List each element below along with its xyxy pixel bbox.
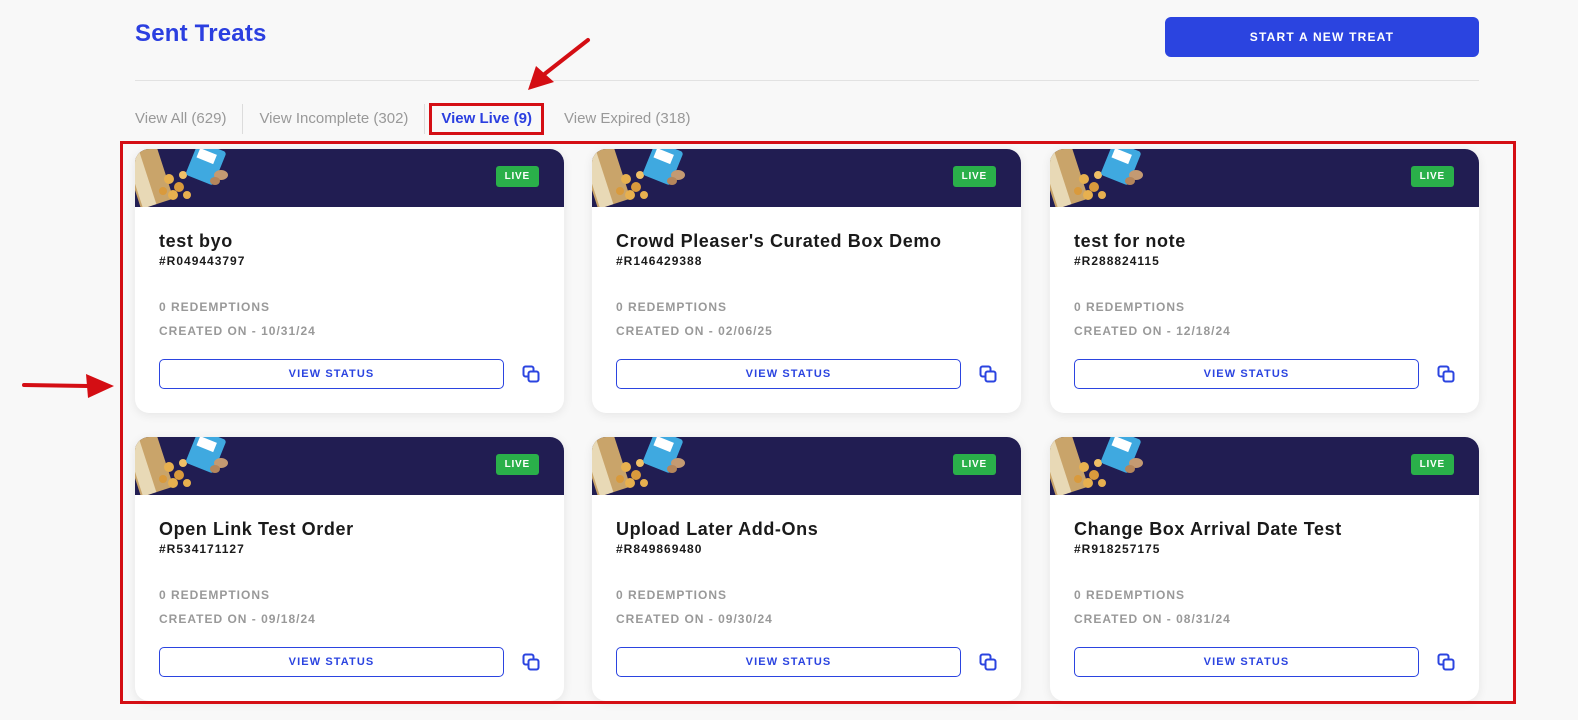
annotation-arrow-icon	[528, 38, 590, 90]
snack-image-icon	[1050, 149, 1143, 207]
view-status-button[interactable]: VIEW STATUS	[616, 359, 961, 389]
card-order-id: #R918257175	[1074, 542, 1161, 556]
snack-image-icon	[1050, 437, 1143, 495]
card-title: Upload Later Add-Ons	[616, 519, 819, 539]
card-redemptions: 0 REDEMPTIONS	[159, 588, 271, 602]
card-created-date: CREATED ON - 12/18/24	[1074, 324, 1231, 338]
header-divider	[135, 80, 1479, 81]
copy-icon[interactable]	[521, 364, 541, 384]
card-title: test byo	[159, 231, 233, 251]
view-status-button[interactable]: VIEW STATUS	[1074, 359, 1419, 389]
card-redemptions: 0 REDEMPTIONS	[1074, 588, 1186, 602]
copy-icon[interactable]	[1436, 364, 1456, 384]
copy-icon[interactable]	[521, 652, 541, 672]
copy-icon[interactable]	[978, 652, 998, 672]
tab-view-incomplete[interactable]: View Incomplete (302)	[243, 104, 426, 134]
live-badge: LIVE	[495, 454, 539, 475]
view-status-button[interactable]: VIEW STATUS	[159, 359, 504, 389]
card-title: Open Link Test Order	[159, 519, 354, 539]
card-title: Crowd Pleaser's Curated Box Demo	[616, 231, 942, 251]
card-order-id: #R534171127	[159, 542, 245, 556]
treat-card: LIVE test byo #R049443797 0 REDEMPTIONS …	[135, 149, 564, 413]
card-order-id: #R049443797	[159, 254, 246, 268]
copy-icon[interactable]	[978, 364, 998, 384]
treat-card: LIVE Open Link Test Order #R534171127 0 …	[135, 437, 564, 701]
card-order-id: #R849869480	[616, 542, 703, 556]
snack-image-icon	[135, 437, 228, 495]
copy-icon[interactable]	[1436, 652, 1456, 672]
card-created-date: CREATED ON - 10/31/24	[159, 324, 316, 338]
live-badge: LIVE	[952, 454, 996, 475]
snack-image-icon	[592, 437, 685, 495]
card-order-id: #R288824115	[1074, 254, 1160, 268]
page-title: Sent Treats	[135, 20, 267, 47]
card-banner: LIVE	[592, 437, 1021, 495]
card-banner: LIVE	[592, 149, 1021, 207]
card-order-id: #R146429388	[616, 254, 703, 268]
card-created-date: CREATED ON - 08/31/24	[1074, 612, 1231, 626]
card-banner: LIVE	[135, 149, 564, 207]
card-redemptions: 0 REDEMPTIONS	[616, 300, 728, 314]
start-new-treat-button[interactable]: START A NEW TREAT	[1165, 17, 1479, 57]
card-title: test for note	[1074, 231, 1186, 251]
view-status-button[interactable]: VIEW STATUS	[159, 647, 504, 677]
tab-view-live[interactable]: View Live (9)	[429, 103, 544, 135]
snack-image-icon	[592, 149, 685, 207]
snack-image-icon	[135, 149, 228, 207]
treat-card: LIVE Change Box Arrival Date Test #R9182…	[1050, 437, 1479, 701]
treat-card: LIVE test for note #R288824115 0 REDEMPT…	[1050, 149, 1479, 413]
view-status-button[interactable]: VIEW STATUS	[616, 647, 961, 677]
live-badge: LIVE	[1410, 166, 1454, 187]
treat-card: LIVE Crowd Pleaser's Curated Box Demo #R…	[592, 149, 1021, 413]
card-title: Change Box Arrival Date Test	[1074, 519, 1342, 539]
card-redemptions: 0 REDEMPTIONS	[1074, 300, 1186, 314]
treat-card: LIVE Upload Later Add-Ons #R849869480 0 …	[592, 437, 1021, 701]
tab-view-expired[interactable]: View Expired (318)	[548, 104, 706, 134]
card-banner: LIVE	[1050, 149, 1479, 207]
live-badge: LIVE	[952, 166, 996, 187]
card-banner: LIVE	[135, 437, 564, 495]
card-redemptions: 0 REDEMPTIONS	[159, 300, 271, 314]
tab-view-all[interactable]: View All (629)	[135, 104, 244, 134]
filter-tabs: View All (629) View Incomplete (302) Vie…	[135, 103, 706, 135]
card-created-date: CREATED ON - 09/18/24	[159, 612, 316, 626]
card-redemptions: 0 REDEMPTIONS	[616, 588, 728, 602]
annotation-arrow-icon	[22, 374, 114, 398]
view-status-button[interactable]: VIEW STATUS	[1074, 647, 1419, 677]
card-banner: LIVE	[1050, 437, 1479, 495]
card-created-date: CREATED ON - 09/30/24	[616, 612, 773, 626]
live-badge: LIVE	[1410, 454, 1454, 475]
card-created-date: CREATED ON - 02/06/25	[616, 324, 773, 338]
live-badge: LIVE	[495, 166, 539, 187]
